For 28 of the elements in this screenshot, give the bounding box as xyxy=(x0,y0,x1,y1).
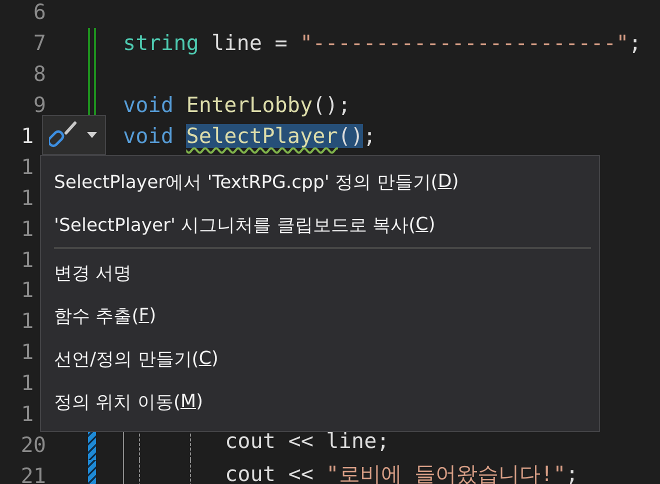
line-number: 1 xyxy=(21,154,34,179)
code-line: cout << line; xyxy=(225,429,390,456)
line-number: 1 xyxy=(21,402,34,426)
line-number: 7 xyxy=(33,31,46,56)
screwdriver-icon xyxy=(49,120,79,150)
line-number: 21 xyxy=(20,464,46,484)
line-number: 1 xyxy=(21,278,34,302)
line-number: 1 xyxy=(21,340,34,364)
line-number: 8 xyxy=(33,62,46,86)
code-line: string line = "------------------------"; xyxy=(123,31,642,56)
line-number: 20 xyxy=(20,432,46,457)
line-number: 6 xyxy=(33,0,46,24)
menu-item[interactable]: 함수 추출(F) xyxy=(41,294,599,337)
menu-item[interactable]: 변경 서명 xyxy=(41,251,599,294)
line-number: 1 xyxy=(21,124,34,148)
menu-item[interactable]: 선언/정의 만들기(C) xyxy=(41,337,599,380)
line-number: 1 xyxy=(21,371,34,396)
menu-item[interactable]: 'SelectPlayer' 시그니처를 클립보드로 복사(C) xyxy=(41,203,599,246)
code-line: void EnterLobby(); xyxy=(123,93,351,118)
line-number: 1 xyxy=(21,309,34,334)
menu-item[interactable]: 정의 위치 이동(M) xyxy=(41,380,599,423)
line-number: 1 xyxy=(21,248,34,272)
line-number: 1 xyxy=(21,216,34,241)
quick-actions-button[interactable] xyxy=(42,115,106,155)
line-number: 1 xyxy=(21,186,34,210)
menu-item[interactable]: SelectPlayer에서 'TextRPG.cpp' 정의 만들기(D) xyxy=(41,160,599,203)
line-number: 9 xyxy=(33,93,46,118)
caret-icon xyxy=(87,132,97,138)
